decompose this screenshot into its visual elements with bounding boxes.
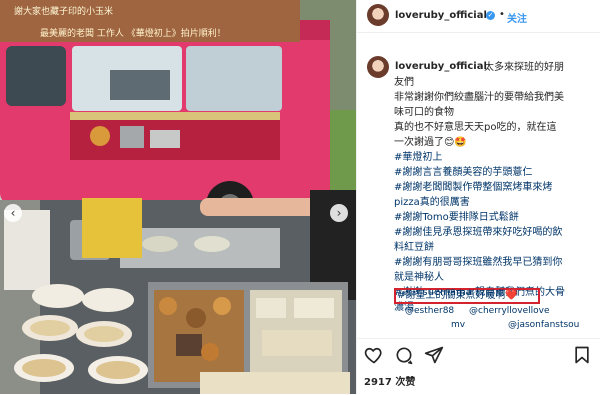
truck-sign-bottom: 最美麗的老闆 工作人 《華燈初上》拍片順利！: [40, 27, 226, 39]
follow-button[interactable]: 关注: [507, 10, 527, 25]
post-header: loveruby_official ✓ • 关注: [357, 0, 600, 33]
caption-line: 太多來探班的好朋: [484, 62, 564, 73]
mentions: @esther88 @cherryllovellove mv @jasonfan…: [405, 304, 595, 332]
hashtag-line[interactable]: #謝謝有朋哥哥探班雖然我早已猜到你: [394, 255, 594, 270]
hashtag-line[interactable]: #謝謝佳見承恩探班帶來好吃好喝的飲: [394, 225, 594, 240]
mention-link[interactable]: mv: [451, 320, 465, 330]
hashtag-line[interactable]: #華燈初上: [394, 150, 594, 165]
caption-line: 一次謝過了😊🤩: [394, 137, 467, 148]
post-photo: 謝大家也藏子印的小玉米 最美麗的老闆 工作人 《華燈初上》拍片順利！ ‹ ›: [0, 0, 356, 394]
mention-link[interactable]: @jasonfanstsou: [508, 320, 579, 330]
mention-link[interactable]: @cherryllovellove: [469, 306, 550, 316]
caption-line: 味可口的食物: [394, 107, 454, 118]
food-truck-illustration: 謝大家也藏子印的小玉米 最美麗的老闆 工作人 《華燈初上》拍片順利！: [0, 0, 356, 394]
hashtag-line[interactable]: 就是神秘人: [394, 270, 594, 285]
caption-line: 真的也不好意思天天po吃的，就在這: [394, 122, 557, 133]
caption-avatar[interactable]: [367, 56, 389, 78]
caption-line: 友們: [394, 77, 414, 88]
caption-line: 非常謝謝你們絞盡腦汁的要帶給我們美: [394, 92, 564, 103]
chevron-left-icon[interactable]: ‹: [4, 204, 22, 222]
hashtag-line[interactable]: #謝謝Tomo要排隊日式鬆餅: [394, 210, 594, 225]
mention-link[interactable]: @esther88: [405, 306, 454, 316]
highlight-hashtag[interactable]: #謝皇上的關東煮好暖啊❤️: [397, 289, 518, 303]
chevron-right-icon[interactable]: ›: [330, 204, 348, 222]
header-dot: •: [499, 9, 505, 20]
hashtag-line[interactable]: pizza真的很厲害: [394, 195, 594, 210]
header-username[interactable]: loveruby_official: [395, 10, 487, 21]
hashtag-line[interactable]: #謝謝言言養顏美容的芋頭薏仁: [394, 165, 594, 180]
hashtag-line[interactable]: #謝謝老闆闆製作帶整個窯烤車來烤: [394, 180, 594, 195]
verified-badge-icon: ✓: [486, 11, 495, 20]
avatar[interactable]: [367, 4, 389, 26]
post-caption: 太多來探班的好朋 友們 非常謝謝你們絞盡腦汁的要帶給我們美 味可口的食物 真的也…: [394, 60, 594, 315]
truck-sign-top: 謝大家也藏子印的小玉米: [14, 5, 113, 17]
hashtag-line[interactable]: 料紅豆餅: [394, 240, 594, 255]
